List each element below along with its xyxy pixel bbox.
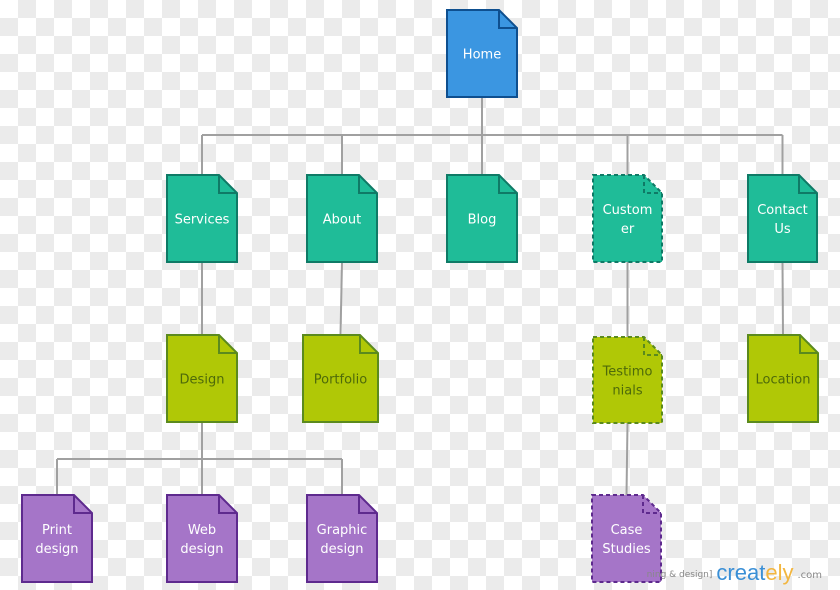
node-design[interactable]: Design	[166, 334, 238, 423]
node-label: Contact	[757, 203, 808, 218]
node-services[interactable]: Services	[166, 174, 238, 263]
watermark-domain: .com	[797, 570, 822, 581]
node-portfolio[interactable]: Portfolio	[302, 334, 379, 423]
node-print-design[interactable]: Print design	[21, 494, 93, 583]
nodes: Home Services About Blog Custom er Contact Us De…	[21, 9, 819, 583]
node-label: Print	[42, 523, 72, 538]
creately-watermark: ning & design] creately .com	[647, 562, 822, 584]
sitemap-diagram: Home Services About Blog Custom er Contact Us De…	[21, 9, 819, 583]
document-shape	[21, 494, 93, 583]
node-label: design	[35, 542, 78, 557]
document-shape	[747, 174, 818, 263]
node-customer[interactable]: Custom er	[592, 174, 663, 263]
node-label: About	[323, 213, 361, 228]
node-label: Us	[774, 222, 791, 237]
connector-about-portfolio	[339, 261, 343, 336]
node-label: Portfolio	[314, 373, 368, 388]
node-about[interactable]: About	[306, 174, 378, 263]
connector-testimonials-case-studies	[625, 422, 629, 496]
node-label: Case	[611, 523, 643, 538]
logo-text-accent: ely	[765, 560, 794, 585]
node-label: Home	[463, 48, 501, 63]
document-shape	[306, 494, 378, 583]
document-shape	[166, 494, 238, 583]
node-contact-us[interactable]: Contact Us	[747, 174, 818, 263]
node-label: nials	[612, 384, 642, 399]
document-shape	[592, 174, 663, 263]
node-web-design[interactable]: Web design	[166, 494, 238, 583]
node-label: Custom	[603, 203, 653, 218]
node-label: Testimo	[602, 365, 653, 380]
creately-logo: creately	[716, 562, 793, 584]
connector-contact-us-location	[781, 261, 784, 336]
node-label: Design	[180, 373, 225, 388]
watermark-note: ning & design]	[646, 570, 713, 580]
node-label: design	[320, 542, 363, 557]
node-home[interactable]: Home	[446, 9, 518, 98]
node-label: er	[621, 222, 635, 237]
connectors	[56, 97, 784, 496]
node-blog[interactable]: Blog	[446, 174, 518, 263]
node-label: Location	[756, 373, 811, 388]
node-label: Services	[175, 213, 230, 228]
node-label: design	[180, 542, 223, 557]
node-label: Web	[188, 523, 216, 538]
node-label: Studies	[602, 542, 650, 557]
node-label: Graphic	[317, 523, 368, 538]
logo-text-main: creat	[716, 560, 766, 585]
node-location[interactable]: Location	[747, 334, 819, 423]
document-shape	[592, 336, 663, 424]
node-graphic-design[interactable]: Graphic design	[306, 494, 378, 583]
node-label: Blog	[468, 213, 497, 228]
node-testimonials[interactable]: Testimo nials	[592, 336, 663, 424]
